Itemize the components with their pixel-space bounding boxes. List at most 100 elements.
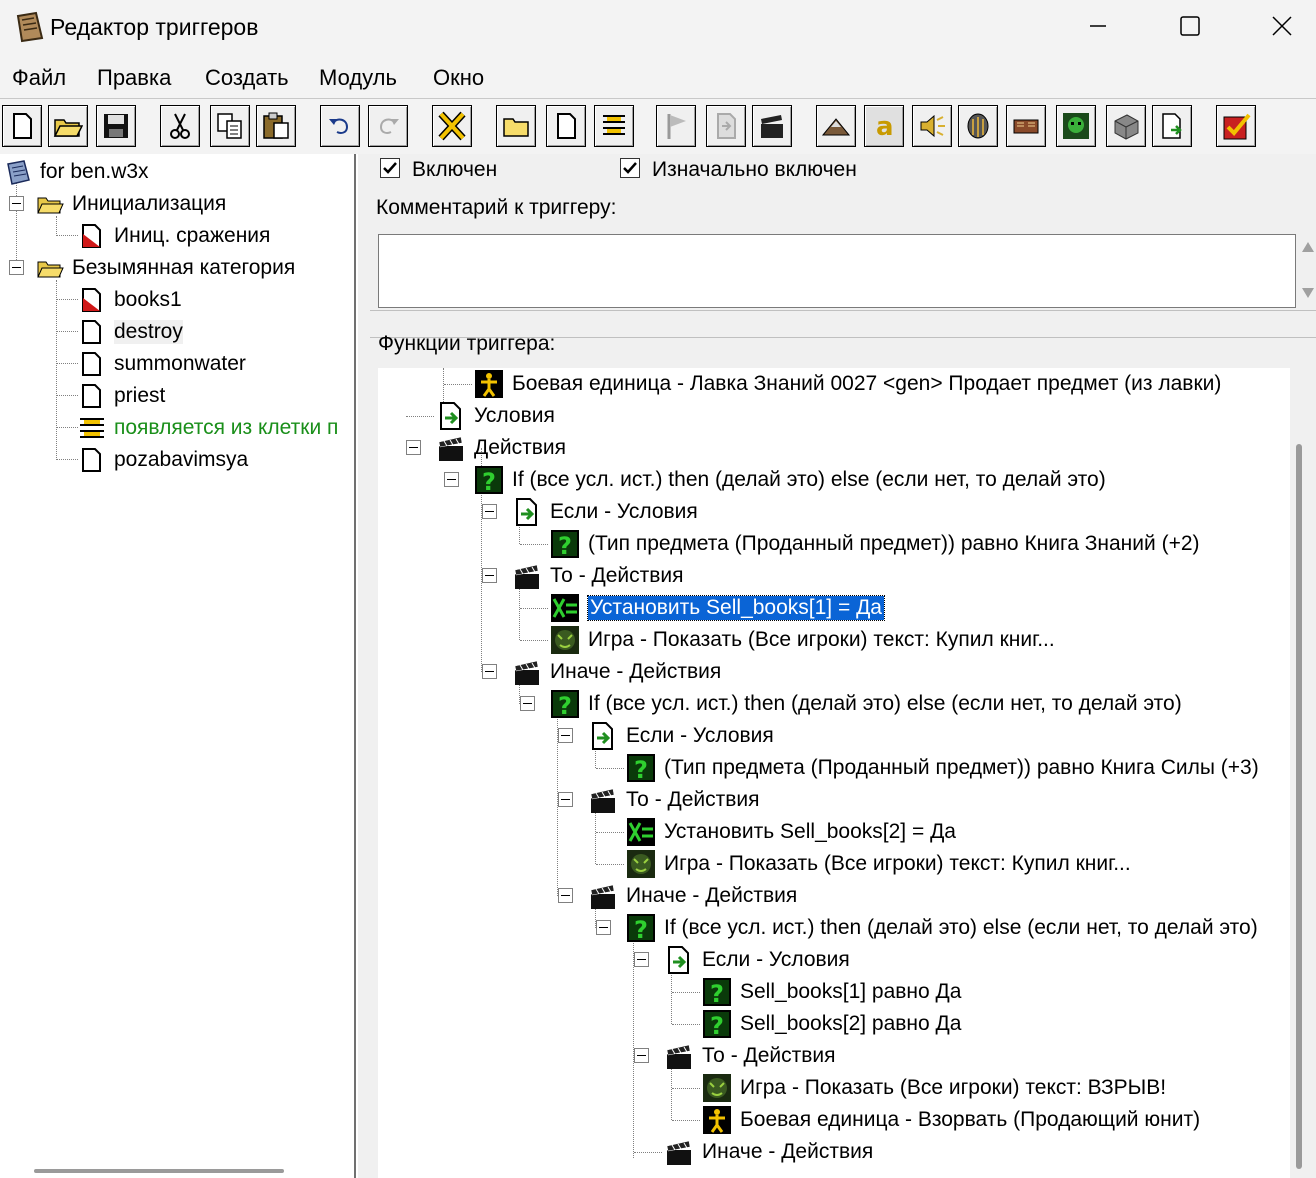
function-label: If (все усл. ист.) then (делай это) else… xyxy=(512,468,1106,491)
trigger-editor-button[interactable]: a xyxy=(864,105,904,147)
test-map-button[interactable] xyxy=(1216,105,1256,147)
function-row[interactable]: Боевая единица - Лавка Знаний 0027 <gen>… xyxy=(474,368,1221,400)
function-row[interactable]: Иначе - Действия xyxy=(588,880,797,912)
import-manager-button[interactable] xyxy=(1106,105,1146,147)
collapse-toggle[interactable] xyxy=(558,792,573,807)
function-label: Боевая единица - Лавка Знаний 0027 <gen>… xyxy=(512,372,1222,395)
minimize-icon xyxy=(1090,25,1106,27)
function-row[interactable]: Установить Sell_books[1] = Да xyxy=(550,592,885,624)
svg-text:?: ? xyxy=(558,692,572,719)
new-action-button[interactable] xyxy=(752,105,792,147)
function-row[interactable]: Игра - Показать (Все игроки) текст: Купи… xyxy=(550,624,1055,656)
copy-icon xyxy=(217,113,242,139)
collapse-toggle[interactable] xyxy=(444,472,459,487)
tree-trigger-item[interactable]: pozabavimsya xyxy=(78,444,248,476)
new-icon xyxy=(13,113,32,139)
save-button[interactable] xyxy=(96,105,136,147)
copy-button[interactable] xyxy=(210,105,250,147)
menu-module[interactable]: Модуль xyxy=(319,65,397,91)
function-row[interactable]: ? (Тип предмета (Проданный предмет)) равн… xyxy=(550,528,1200,560)
collapse-toggle[interactable] xyxy=(406,440,421,455)
collapse-toggle[interactable] xyxy=(558,728,573,743)
function-row[interactable]: ? Sell_books[2] равно Да xyxy=(702,1008,961,1040)
new-event-button[interactable] xyxy=(656,105,696,147)
open-button[interactable] xyxy=(48,105,88,147)
function-label: Sell_books[1] равно Да xyxy=(740,980,962,1003)
actions-clapper-icon xyxy=(664,1041,694,1071)
maximize-button[interactable] xyxy=(1144,0,1236,52)
delete-button[interactable] xyxy=(432,105,472,147)
function-row[interactable]: ? If (все усл. ист.) then (делай это) els… xyxy=(550,688,1182,720)
tree-trigger-item[interactable]: summonwater xyxy=(78,348,246,380)
new-comment-button[interactable] xyxy=(594,105,634,147)
function-row[interactable]: Иначе - Действия xyxy=(512,656,721,688)
tree-trigger-label: pozabavimsya xyxy=(114,448,249,471)
undo-button[interactable] xyxy=(320,105,360,147)
tree-line xyxy=(596,768,624,769)
close-button[interactable] xyxy=(1236,0,1316,52)
tree-comment-item[interactable]: появляется из клетки п xyxy=(78,412,338,444)
enabled-checkbox[interactable] xyxy=(380,158,400,178)
object-manager-button[interactable] xyxy=(1152,105,1192,147)
function-row[interactable]: ? If (все усл. ист.) then (делай это) els… xyxy=(474,464,1106,496)
function-row[interactable]: ? (Тип предмета (Проданный предмет)) равн… xyxy=(626,752,1259,784)
function-row[interactable]: Условия xyxy=(436,400,555,432)
trigger-editor-icon: a xyxy=(876,112,894,141)
collapse-toggle[interactable] xyxy=(558,888,573,903)
function-row[interactable]: Если - Условия xyxy=(588,720,774,752)
collapse-toggle[interactable] xyxy=(482,504,497,519)
function-row[interactable]: То - Действия xyxy=(512,560,684,592)
scroll-down-icon[interactable] xyxy=(1302,288,1314,298)
tree-trigger-item[interactable]: Иниц. сражения xyxy=(78,220,270,252)
tree-trigger-item[interactable]: books1 xyxy=(78,284,182,316)
collapse-toggle[interactable] xyxy=(9,260,24,275)
object-editor-button[interactable] xyxy=(958,105,998,147)
collapse-toggle[interactable] xyxy=(482,664,497,679)
function-row[interactable]: Боевая единица - Взорвать (Продающий юни… xyxy=(702,1104,1200,1136)
function-row[interactable]: ? If (все усл. ист.) then (делай это) els… xyxy=(626,912,1258,944)
redo-button[interactable] xyxy=(368,105,408,147)
new-category-button[interactable] xyxy=(496,105,536,147)
initially-on-checkbox[interactable] xyxy=(620,158,640,178)
function-row[interactable]: ? Sell_books[1] равно Да xyxy=(702,976,961,1008)
sound-editor-button[interactable] xyxy=(912,105,952,147)
cut-button[interactable] xyxy=(160,105,200,147)
tree-root-map[interactable]: for ben.w3x xyxy=(4,156,149,188)
tree-trigger-item[interactable]: priest xyxy=(78,380,165,412)
horizontal-scrollbar[interactable] xyxy=(34,1169,284,1173)
menu-file[interactable]: Файл xyxy=(12,65,66,91)
scroll-up-icon[interactable] xyxy=(1302,242,1314,252)
function-row[interactable]: Если - Условия xyxy=(512,496,698,528)
campaign-editor-button[interactable] xyxy=(1006,105,1046,147)
minimize-button[interactable] xyxy=(1052,0,1144,52)
function-row[interactable]: Иначе - Действия xyxy=(664,1136,873,1168)
new-condition-button[interactable] xyxy=(706,105,746,147)
function-row[interactable]: То - Действия xyxy=(588,784,760,816)
tree-category[interactable]: Инициализация xyxy=(36,188,226,220)
ai-editor-button[interactable] xyxy=(1056,105,1096,147)
new-button[interactable] xyxy=(2,105,42,147)
collapse-toggle[interactable] xyxy=(9,196,24,211)
collapse-toggle[interactable] xyxy=(520,696,535,711)
function-row[interactable]: То - Действия xyxy=(664,1040,836,1072)
tree-trigger-item[interactable]: destroy xyxy=(78,316,183,348)
tree-category[interactable]: Безымянная категория xyxy=(36,252,295,284)
menu-create[interactable]: Создать xyxy=(205,65,289,91)
vertical-scrollbar[interactable] xyxy=(1296,444,1302,1169)
paste-button[interactable] xyxy=(256,105,296,147)
menu-window[interactable]: Окно xyxy=(433,65,484,91)
collapse-toggle[interactable] xyxy=(482,568,497,583)
function-row[interactable]: Игра - Показать (Все игроки) текст: ВЗРЫ… xyxy=(702,1072,1166,1104)
function-row[interactable]: Игра - Показать (Все игроки) текст: Купи… xyxy=(626,848,1131,880)
terrain-editor-button[interactable] xyxy=(816,105,856,147)
comment-textarea[interactable] xyxy=(378,234,1296,308)
new-trigger-button[interactable] xyxy=(546,105,586,147)
menu-edit[interactable]: Правка xyxy=(97,65,171,91)
collapse-toggle[interactable] xyxy=(634,952,649,967)
function-row[interactable]: Действия xyxy=(436,432,566,464)
function-row[interactable]: Если - Условия xyxy=(664,944,850,976)
svg-text:?: ? xyxy=(710,1012,724,1039)
function-row[interactable]: Установить Sell_books[2] = Да xyxy=(626,816,956,848)
collapse-toggle[interactable] xyxy=(596,920,611,935)
collapse-toggle[interactable] xyxy=(634,1048,649,1063)
